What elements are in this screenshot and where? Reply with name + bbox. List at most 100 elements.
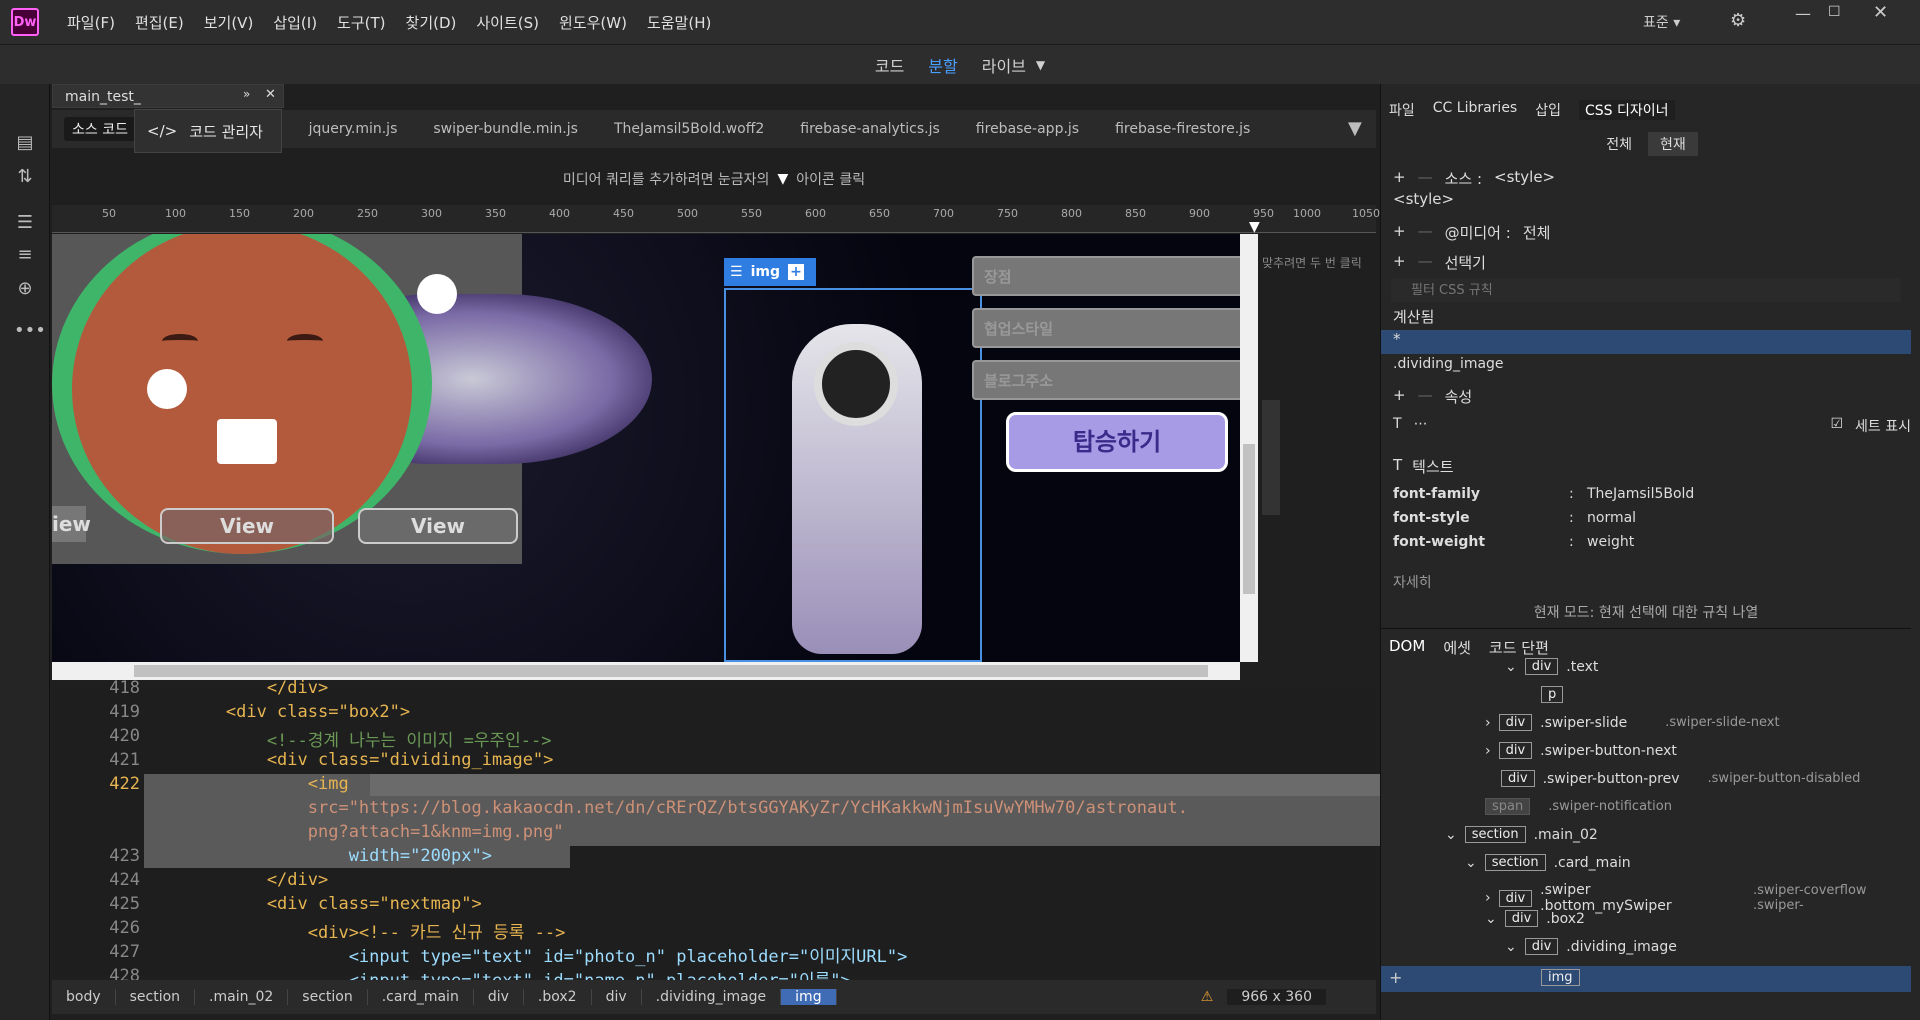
dom-node-selected[interactable]: + img [1381, 966, 1911, 992]
code-line[interactable]: <div class="box2"> [144, 702, 410, 722]
chevron-down-icon[interactable]: ⌄ [1505, 659, 1517, 675]
source-code-button[interactable]: 소스 코드 [64, 117, 136, 141]
breadcrumb-item[interactable]: .main_02 [195, 989, 289, 1005]
css-property-row[interactable]: font-family : TheJamsil5Bold [1381, 486, 1911, 502]
resize-handle[interactable] [1262, 400, 1280, 515]
property-value[interactable]: normal [1587, 510, 1636, 526]
workspace-selector[interactable]: 표준 ▾ [1643, 12, 1680, 32]
board-button[interactable]: 탑승하기 [1006, 412, 1228, 472]
chevron-down-icon[interactable]: ⌄ [1445, 827, 1457, 843]
add-element-icon[interactable]: + [1389, 968, 1402, 987]
design-vertical-scrollbar[interactable] [1240, 234, 1258, 662]
code-manager-button[interactable]: </> 코드 관리자 [134, 109, 282, 153]
warning-icon[interactable]: ⚠ [1187, 989, 1228, 1005]
add-source-icon[interactable]: + [1393, 168, 1406, 189]
chevron-right-icon[interactable]: › [1485, 715, 1491, 731]
code-line[interactable]: png?attach=1&knm=img.png" [144, 822, 564, 842]
related-file-swiper[interactable]: swiper-bundle.min.js [433, 121, 578, 137]
more-properties-icon[interactable]: ⋯ [1414, 416, 1428, 436]
more-label[interactable]: 자세히 [1381, 572, 1911, 592]
menu-find[interactable]: 찾기(D) [396, 12, 467, 33]
add-property-icon[interactable]: + [1393, 386, 1406, 407]
menu-window[interactable]: 윈도우(W) [549, 12, 637, 33]
menu-site[interactable]: 사이트(S) [466, 12, 549, 33]
tab-cc-libraries[interactable]: CC Libraries [1433, 100, 1517, 120]
breadcrumb-item[interactable]: body [52, 989, 116, 1005]
filter-css-input[interactable] [1391, 278, 1901, 302]
input-collab-style[interactable]: 협업스타일 [972, 308, 1240, 348]
breakpoint-marker-icon[interactable]: ▼ [1249, 219, 1260, 235]
chevron-down-icon[interactable]: ⌄ [1505, 939, 1517, 955]
element-hud[interactable]: ☰ img + [724, 258, 816, 286]
breadcrumb-item[interactable]: div [592, 989, 642, 1005]
window-size-selector[interactable]: 966 x 360 [1227, 989, 1326, 1005]
breadcrumb-item[interactable]: section [288, 989, 368, 1005]
dom-node[interactable]: ⌄ div .dividing_image [1505, 938, 1677, 955]
dom-node[interactable]: ⌄ div .text [1505, 658, 1598, 675]
menu-insert[interactable]: 삽입(I) [263, 12, 327, 33]
related-file-font[interactable]: TheJamsil5Bold.woff2 [614, 121, 764, 137]
menu-help[interactable]: 도움말(H) [637, 12, 721, 33]
chevron-down-icon[interactable]: ⌄ [1465, 855, 1477, 871]
menu-tools[interactable]: 도구(T) [327, 12, 395, 33]
live-view-button[interactable]: 라이브 [982, 53, 1026, 77]
dom-node[interactable]: div .swiper-button-prev .swiper-button-dis… [1501, 770, 1860, 787]
add-selector-icon[interactable]: + [1393, 252, 1406, 273]
add-media-icon[interactable]: + [1393, 222, 1406, 243]
related-file-jquery[interactable]: jquery.min.js [309, 121, 398, 137]
chevron-right-icon[interactable]: › [1485, 743, 1491, 759]
remove-property-icon[interactable]: — [1418, 386, 1433, 407]
code-line[interactable]: <input type="text" id="photo_n" placehol… [144, 942, 908, 967]
add-class-icon[interactable]: + [787, 264, 804, 280]
related-file-firebase-analytics[interactable]: firebase-analytics.js [800, 121, 940, 137]
related-file-firebase-firestore[interactable]: firebase-firestore.js [1115, 121, 1250, 137]
menu-view[interactable]: 보기(V) [194, 12, 264, 33]
input-strength[interactable]: 장점 [972, 256, 1240, 296]
text-icon[interactable]: T [1393, 416, 1402, 436]
chevron-down-icon[interactable]: ▼ [1036, 58, 1045, 72]
split-view-button[interactable]: 분할 [928, 53, 957, 77]
remove-media-icon[interactable]: — [1418, 222, 1433, 243]
scroll-thumb[interactable] [1243, 444, 1255, 594]
breadcrumb-item[interactable]: .card_main [368, 989, 474, 1005]
file-icon[interactable]: ▤ [14, 132, 36, 154]
hamburger-icon[interactable]: ☰ [730, 264, 743, 280]
property-value[interactable]: TheJamsil5Bold [1587, 486, 1694, 502]
tab-insert[interactable]: 삽입 [1535, 100, 1561, 120]
chevron-right-icon[interactable]: › [1485, 890, 1491, 906]
remove-selector-icon[interactable]: — [1418, 252, 1433, 273]
minimize-icon[interactable]: — [1795, 4, 1811, 23]
code-view-button[interactable]: 코드 [875, 53, 904, 77]
menu-file[interactable]: 파일(F) [57, 12, 125, 33]
dom-node[interactable]: › div .swiper-button-next [1485, 742, 1677, 759]
scope-current-button[interactable]: 현재 [1648, 132, 1698, 156]
view-button[interactable]: iew [52, 506, 91, 542]
maximize-icon[interactable]: ☐ [1828, 4, 1841, 20]
code-editor[interactable]: 418 </div> 419 <div class="box2"> 420 <!… [52, 678, 1388, 991]
source-item[interactable]: <style> [1381, 190, 1911, 208]
code-line[interactable]: <!--경계 나누는 이미지 =우주인--> [144, 726, 552, 751]
code-line[interactable]: width="200px"> [144, 846, 492, 866]
dom-node[interactable]: p [1541, 686, 1564, 703]
code-line[interactable]: <img [144, 774, 349, 794]
tab-assets[interactable]: 에셋 [1443, 637, 1471, 658]
live-design-view[interactable]: iew View View ☰ img + 장점 협업스타일 블로그주소 탑승하… [52, 234, 1240, 662]
input-blog-address[interactable]: 블로그주소 [972, 360, 1240, 400]
breadcrumb-item[interactable]: .dividing_image [642, 989, 782, 1005]
tab-snippets[interactable]: 코드 단편 [1489, 637, 1549, 658]
tab-css-designer[interactable]: CSS 디자이너 [1579, 100, 1675, 120]
more-icon[interactable]: ••• [14, 320, 46, 342]
remove-source-icon[interactable]: — [1418, 168, 1433, 189]
document-tab[interactable]: main_test_ » ✕ [52, 84, 284, 108]
breadcrumb-item[interactable]: section [116, 989, 196, 1005]
breadcrumb-item[interactable]: div [474, 989, 524, 1005]
related-file-firebase-app[interactable]: firebase-app.js [976, 121, 1079, 137]
ruler[interactable]: 50 100 150 200 250 300 350 400 450 500 5… [52, 205, 1380, 235]
transfer-icon[interactable]: ⇅ [14, 166, 36, 188]
selector-item[interactable]: * [1381, 330, 1911, 354]
target-icon[interactable]: ⊕ [14, 278, 36, 300]
view-button[interactable]: View [160, 508, 334, 544]
tab-dom[interactable]: DOM [1389, 637, 1425, 658]
tab-close-icon[interactable]: ✕ [265, 87, 276, 102]
selector-computed[interactable]: 계산됨 [1381, 306, 1911, 327]
